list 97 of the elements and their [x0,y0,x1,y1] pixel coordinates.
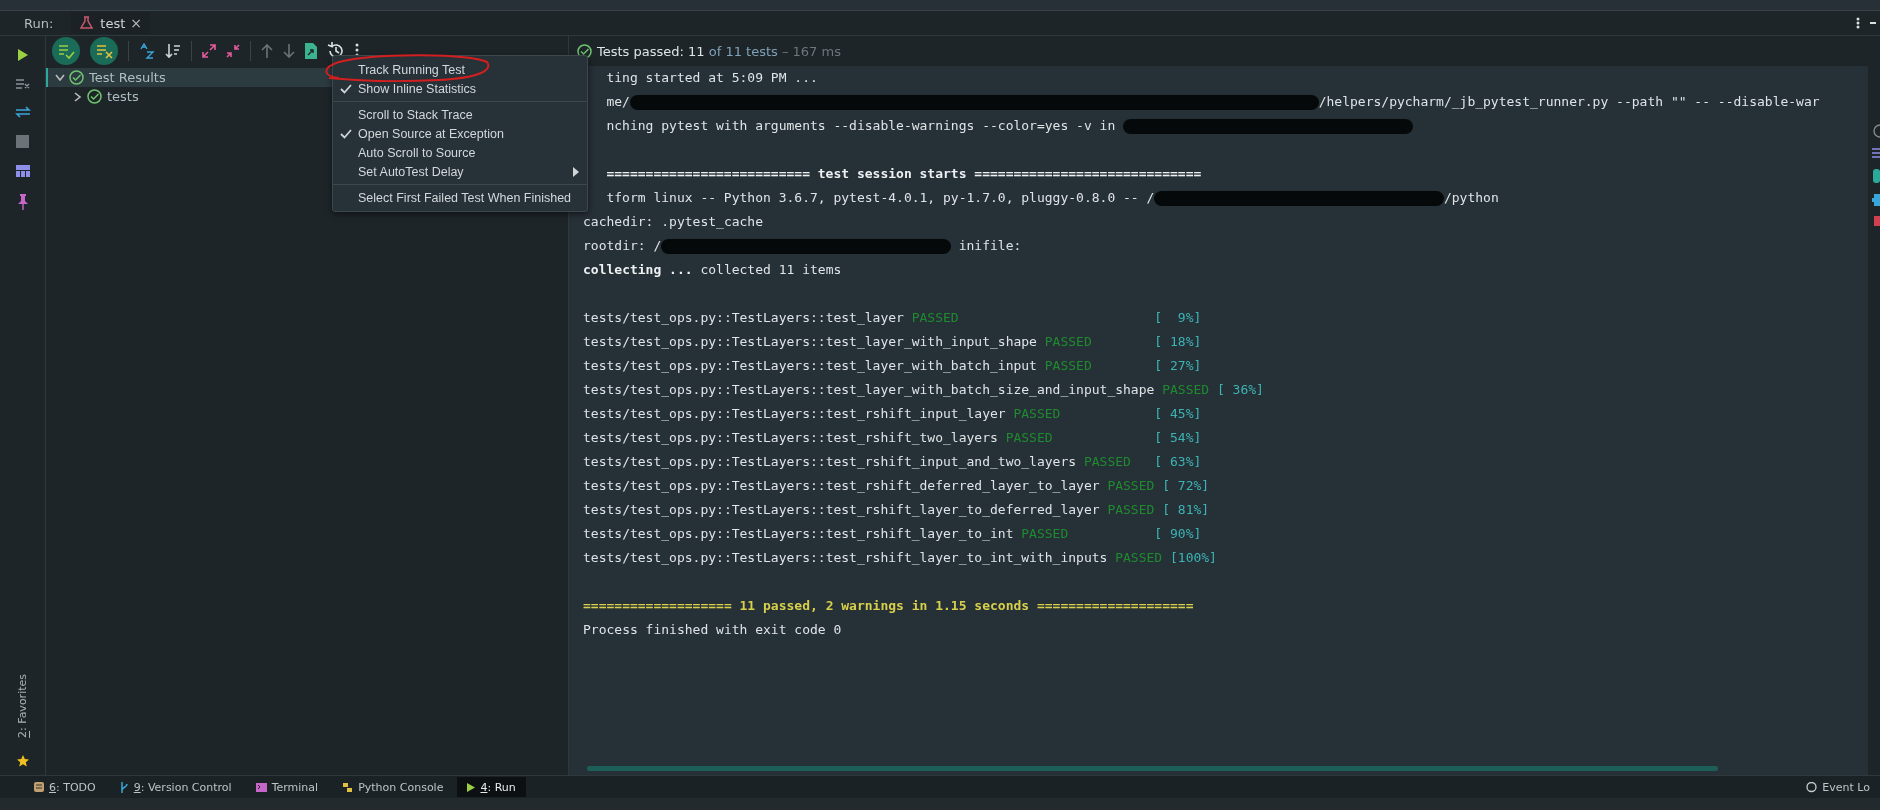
collapse-icon[interactable] [226,44,240,58]
show-passed-icon[interactable] [52,37,80,65]
event-log-tab[interactable]: Event Lo [1796,777,1880,797]
progress-text: [ 54%] [1154,429,1202,447]
console-text: tests/test_ops.py::TestLayers::test_layer_with_batch_input [583,357,1037,375]
progress-text: [ 45%] [1154,405,1202,423]
check-circle-icon [69,70,84,85]
menu-item[interactable]: Set AutoTest Delay [333,162,587,181]
status-text: PASSED [1005,429,1053,447]
list-icon [34,782,44,792]
layout-icon[interactable] [15,165,30,177]
console-text: cachedir: .pytest_cache [583,213,763,231]
console-text: tests/test_ops.py::TestLayers::test_layer_with_batch_size_and_input_shape [583,381,1155,399]
checkmark-icon [339,83,352,94]
star-icon [16,755,29,767]
pin-icon[interactable] [17,194,28,210]
status-text: PASSED [1083,453,1131,471]
python-icon [342,781,354,793]
status-text: PASSED [1162,381,1210,399]
status-text: PASSED [1021,525,1069,543]
list-icon[interactable] [1872,148,1880,158]
export-icon[interactable] [305,43,317,59]
tool-window-tab[interactable]: Python Console [332,777,454,797]
console-text: /helpers/pycharm/_jb_pytest_runner.py --path "" -- --disable-war [1318,93,1820,111]
branch-icon [119,781,129,793]
status-text: PASSED [1013,405,1061,423]
clear-list-icon[interactable] [15,79,30,89]
console-text: nching pytest with arguments --disable-warnings --color=yes -v in [606,117,1117,135]
console-text: ========================== test session starts ============================= [606,165,1202,183]
progress-text: [ 27%] [1154,357,1202,375]
console-text: tests/test_ops.py::TestLayers::test_rshift_input_and_two_layers [583,453,1077,471]
run-tab[interactable]: test × [71,12,150,34]
console-text: tform linux -- Python 3.6.7, pytest-4.0.1, py-1.7.0, pluggy-0.8.0 -- / [606,189,1155,207]
console-text: tests/test_ops.py::TestLayers::test_rshift_layer_to_deferred_layer [583,501,1100,519]
flask-icon [79,16,96,30]
menu-item[interactable]: Open Source at Exception [333,124,587,143]
status-text: PASSED [1107,477,1155,495]
status-text: PASSED [1044,333,1092,351]
submenu-arrow-icon [573,166,579,177]
close-icon[interactable]: × [130,15,142,31]
puzzle-icon[interactable] [1872,194,1880,206]
progress-text: [ 81%] [1162,501,1210,519]
tool-window-tab[interactable]: Terminal [245,777,329,797]
favorites-tab[interactable]: 2: Favorites [16,674,29,738]
status-text: PASSED [1115,549,1163,567]
chevron-icon[interactable] [55,73,65,82]
down-arrow-icon[interactable] [283,44,295,58]
console-text: /python [1443,189,1499,207]
console-text: tests/test_ops.py::TestLayers::test_rshift_layer_to_int [583,525,1014,543]
console-text: collecting ... [583,261,693,279]
console-text: tests/test_ops.py::TestLayers::test_layer_with_input_shape [583,333,1037,351]
run-icon [467,782,476,792]
console-text: tests/test_ops.py::TestLayers::test_rshift_deferred_layer_to_layer [583,477,1100,495]
status-text: PASSED [1044,357,1092,375]
sort-alpha-icon[interactable] [139,43,155,59]
run-icon[interactable] [16,48,29,62]
terminal-icon [255,782,267,792]
console-text: Process finished with exit code 0 [583,621,842,639]
console-text: inifile: [957,237,1022,255]
summary-text: =================== 11 passed, 2 warnings in 1.15 seconds ==================== [583,597,1194,615]
expand-icon[interactable] [202,44,216,58]
status-text: PASSED [1107,501,1155,519]
more-icon[interactable] [1856,17,1860,29]
swap-arrows-icon[interactable] [14,106,31,118]
menu-item[interactable]: Scroll to Stack Trace [333,105,587,124]
checkmark-icon [339,128,352,139]
console-text: rootdir: / [583,237,662,255]
progress-text: [ 9%] [1154,309,1202,327]
progress-text: [ 63%] [1154,453,1202,471]
console-text: collected 11 items [699,261,842,279]
progress-text: [100%] [1170,549,1217,567]
console-text: tests/test_ops.py::TestLayers::test_rshift_layer_to_int_with_inputs [583,549,1108,567]
progress-text: [ 90%] [1154,525,1202,543]
up-arrow-icon[interactable] [261,44,273,58]
menu-item[interactable]: Auto Scroll to Source [333,143,587,162]
sort-duration-icon[interactable] [165,43,181,59]
menu-item[interactable]: Select First Failed Test When Finished [333,188,587,207]
test-status-text: Tests passed: 11 of 11 tests – 167 ms [597,43,841,59]
run-label: Run: [24,15,54,31]
check-circle-icon [87,89,102,104]
spinner-icon [1872,124,1880,138]
progress-text: [ 18%] [1154,333,1202,351]
tool-window-tab[interactable]: 4: Run [457,777,526,797]
progress-text: [ 72%] [1162,477,1210,495]
status-text: PASSED [911,309,959,327]
speech-bubble-icon [1806,781,1818,793]
scrollbar[interactable] [587,766,1718,771]
console-text: tests/test_ops.py::TestLayers::test_rshift_two_layers [583,429,998,447]
tool-window-tab[interactable]: 6: TODO [24,777,106,797]
console-text: me/ [606,93,630,111]
console-text: tests/test_ops.py::TestLayers::test_layer [583,309,904,327]
tool-window-tab[interactable]: 9: Version Control [109,777,242,797]
show-ignored-icon[interactable] [90,37,118,65]
progress-text: [ 36%] [1216,381,1264,399]
console-text: ting started at 5:09 PM ... [606,69,818,87]
console-text: tests/test_ops.py::TestLayers::test_rshift_input_layer [583,405,1006,423]
chevron-icon[interactable] [74,91,82,102]
